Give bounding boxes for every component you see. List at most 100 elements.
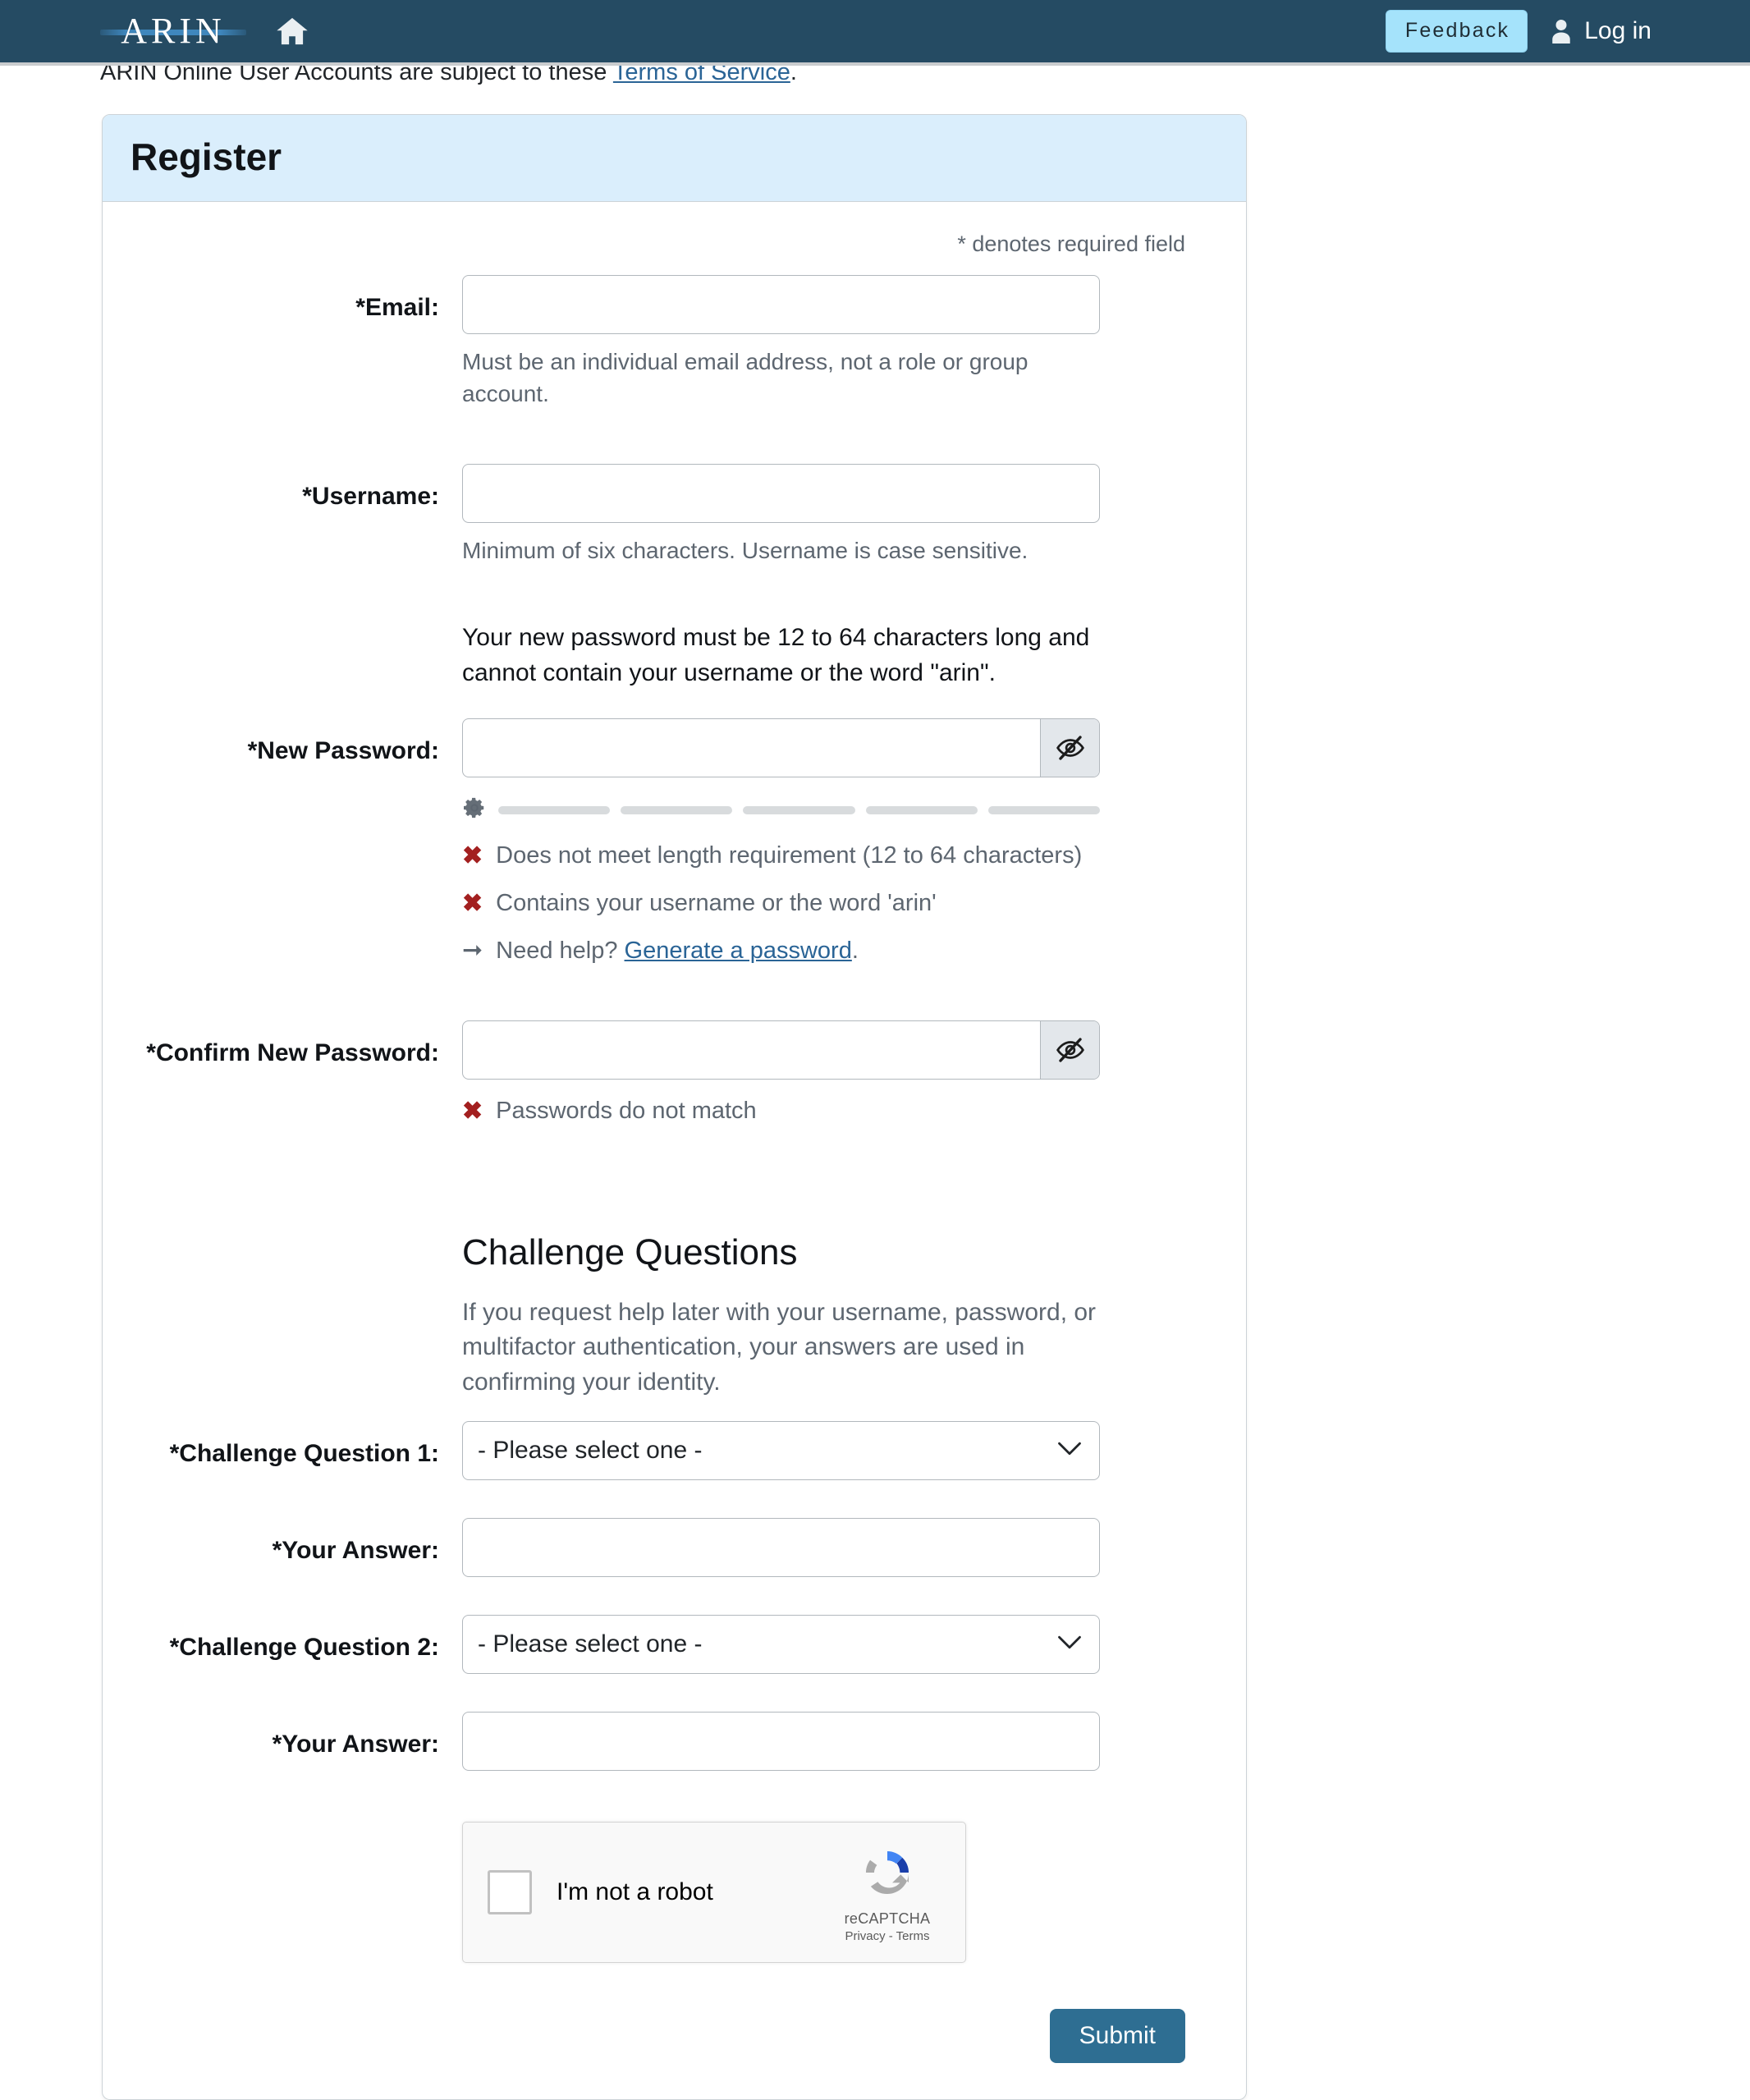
challenge-questions-description: If you request help later with your user… [462, 1298, 1097, 1396]
top-navigation-bar: ARIN Feedback Log in [0, 0, 1750, 66]
username-control: Minimum of six characters. Username is c… [462, 463, 1215, 566]
arin-logo-text: ARIN [121, 11, 226, 51]
validation-match-text: Passwords do not match [496, 1098, 757, 1125]
login-link[interactable]: Log in [1549, 17, 1652, 45]
recaptcha-links[interactable]: Privacy - Terms [826, 1929, 949, 1943]
recaptcha-label: I'm not a robot [557, 1878, 713, 1906]
strength-segment [743, 805, 855, 814]
register-card-body: * denotes required field *Email: Must be… [103, 202, 1246, 2100]
challenge-header-control: Challenge Questions If you request help … [462, 1232, 1215, 1421]
username-help-text: Minimum of six characters. Username is c… [462, 537, 1028, 563]
eye-off-icon[interactable] [1040, 719, 1099, 777]
register-card-header: Register [103, 115, 1246, 202]
validation-contains-text: Contains your username or the word 'arin… [496, 890, 937, 917]
validation-row-length: ✖ Does not meet length requirement (12 t… [462, 841, 1100, 872]
validation-row-contains: ✖ Contains your username or the word 'ar… [462, 888, 1100, 919]
challenge-question-2-select-wrap: - Please select one - [462, 1615, 1100, 1675]
gear-icon [462, 796, 487, 824]
challenge-answer-2-row: *Your Answer: [134, 1712, 1215, 1772]
arin-logo[interactable]: ARIN [100, 11, 246, 51]
validation-row-match: ✖ Passwords do not match [462, 1096, 1100, 1127]
submit-button[interactable]: Submit [1049, 2009, 1185, 2064]
recaptcha-spacer [134, 1822, 462, 1838]
challenge-header-spacer [134, 1232, 462, 1249]
confirm-password-label: *Confirm New Password: [146, 1039, 439, 1067]
generate-password-text: Need help? Generate a password. [496, 936, 859, 967]
nav-left-group: ARIN [0, 11, 310, 51]
strength-segment [987, 805, 1101, 814]
submit-row: Submit [134, 2009, 1215, 2064]
username-row: *Username: Minimum of six characters. Us… [134, 463, 1215, 566]
challenge-question-1-control: - Please select one - [462, 1421, 1215, 1481]
new-password-field[interactable] [463, 719, 1040, 777]
login-label: Log in [1584, 17, 1652, 44]
challenge-answer-2-field[interactable] [462, 1712, 1100, 1772]
challenge-questions-title: Challenge Questions [462, 1232, 798, 1273]
challenge-question-2-select[interactable]: - Please select one - [462, 1615, 1100, 1675]
confirm-password-field[interactable] [463, 1021, 1040, 1080]
email-control: Must be an individual email address, not… [462, 274, 1215, 410]
recaptcha-row: I'm not a robot reCAPTCHA Privacy - Term… [134, 1822, 1215, 1964]
generate-password-row: ➞ Need help? Generate a password. [462, 936, 1100, 967]
x-mark-icon: ✖ [462, 1098, 483, 1126]
new-password-row: *New Password: ✖ Does not meet length re… [134, 718, 1215, 966]
new-password-control: ✖ Does not meet length requirement (12 t… [462, 718, 1215, 966]
challenge-question-2-row: *Challenge Question 2: - Please select o… [134, 1615, 1215, 1675]
new-password-input-group [462, 718, 1100, 778]
challenge-answer-1-label: *Your Answer: [272, 1537, 439, 1565]
challenge-answer-1-row: *Your Answer: [134, 1518, 1215, 1578]
recaptcha-logo [857, 1850, 918, 1906]
confirm-password-control: ✖ Passwords do not match [462, 1020, 1215, 1127]
x-mark-icon: ✖ [462, 842, 483, 870]
recaptcha-brand-name: reCAPTCHA [844, 1910, 931, 1927]
challenge-answer-2-control [462, 1712, 1215, 1772]
recaptcha-widget: I'm not a robot reCAPTCHA Privacy - Term… [462, 1822, 966, 1964]
challenge-answer-1-field[interactable] [462, 1518, 1100, 1578]
password-intro-spacer [134, 621, 462, 637]
password-intro-row: Your new password must be 12 to 64 chara… [134, 621, 1215, 718]
recaptcha-checkbox[interactable] [488, 1870, 532, 1915]
challenge-question-1-select-wrap: - Please select one - [462, 1421, 1100, 1481]
challenge-question-1-select[interactable]: - Please select one - [462, 1421, 1100, 1481]
strength-segment [498, 805, 611, 814]
need-help-prefix: Need help? [496, 937, 625, 964]
new-password-label: *New Password: [247, 737, 439, 765]
feedback-button[interactable]: Feedback [1385, 10, 1528, 53]
challenge-question-2-control: - Please select one - [462, 1615, 1215, 1675]
need-help-suffix: . [851, 937, 859, 964]
confirm-password-row: *Confirm New Password: ✖ Passwords do no… [134, 1020, 1215, 1127]
email-field[interactable] [462, 274, 1100, 334]
username-field[interactable] [462, 463, 1100, 523]
generate-password-link[interactable]: Generate a password [625, 938, 852, 964]
eye-off-icon[interactable] [1040, 1021, 1099, 1080]
challenge-answer-1-control [462, 1518, 1215, 1578]
challenge-question-1-row: *Challenge Question 1: - Please select o… [134, 1421, 1215, 1481]
arrow-right-icon: ➞ [462, 936, 483, 964]
page-title: Register [131, 135, 282, 178]
email-label: *Email: [355, 293, 439, 321]
challenge-header-row: Challenge Questions If you request help … [134, 1232, 1215, 1421]
nav-right-group: Feedback Log in [1385, 10, 1750, 53]
challenge-answer-2-label: *Your Answer: [272, 1731, 439, 1758]
recaptcha-control: I'm not a robot reCAPTCHA Privacy - Term… [462, 1822, 1215, 1964]
x-mark-icon: ✖ [462, 890, 483, 918]
password-intro-control: Your new password must be 12 to 64 chara… [462, 621, 1215, 718]
challenge-question-1-label: *Challenge Question 1: [169, 1440, 439, 1468]
password-strength-meter [462, 796, 1101, 824]
strength-segment [865, 805, 978, 814]
register-card: Register * denotes required field *Email… [102, 114, 1247, 2100]
email-row: *Email: Must be an individual email addr… [134, 274, 1215, 410]
username-label: *Username: [302, 482, 439, 510]
strength-segment [621, 805, 733, 814]
validation-length-text: Does not meet length requirement (12 to … [496, 842, 1083, 869]
email-help-text: Must be an individual email address, not… [462, 348, 1028, 406]
home-icon[interactable] [274, 13, 310, 49]
